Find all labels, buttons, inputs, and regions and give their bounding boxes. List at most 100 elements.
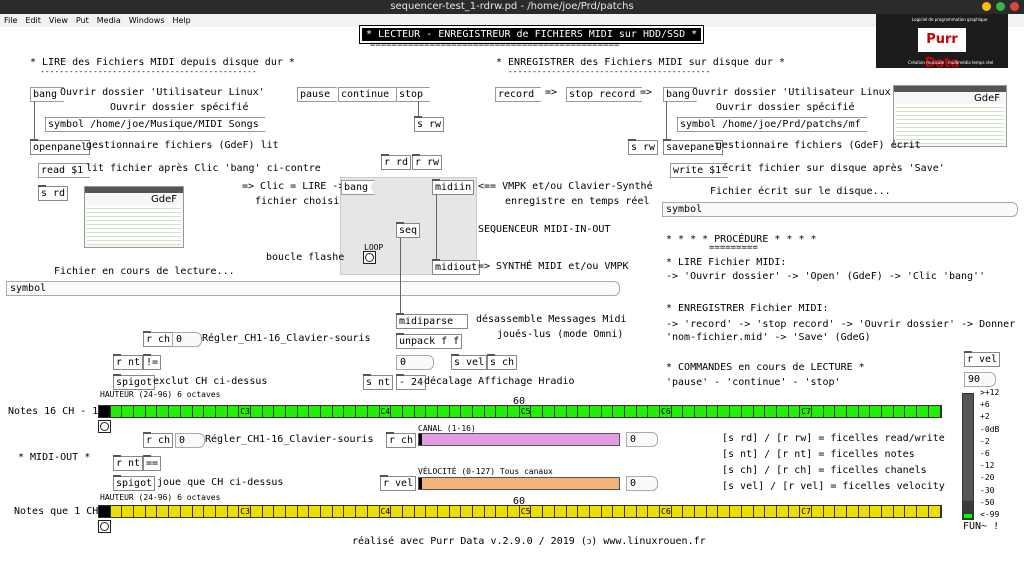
hradio-cell[interactable] — [847, 406, 859, 417]
s-vel-object[interactable]: s vel — [451, 354, 488, 370]
velocite-slider[interactable] — [418, 477, 620, 490]
hradio-cell[interactable] — [298, 506, 310, 517]
hradio-cell[interactable] — [824, 406, 836, 417]
write-symbol-box[interactable]: symbol — [662, 202, 1018, 217]
hradio-cell[interactable] — [917, 506, 929, 517]
hradio-cell[interactable] — [181, 406, 193, 417]
hradio-cell[interactable] — [648, 506, 660, 517]
hradio-cell[interactable] — [450, 406, 462, 417]
canal-r-ch-object[interactable]: r ch — [386, 432, 417, 448]
hradio-cell[interactable] — [228, 506, 240, 517]
read-bang-msg[interactable]: bang — [30, 87, 64, 102]
hradio-cell[interactable] — [368, 506, 380, 517]
hradio-cell[interactable]: C4 — [380, 406, 392, 417]
hradio-cell[interactable] — [251, 406, 263, 417]
hradio-cell[interactable] — [929, 406, 941, 417]
hradio-cell[interactable] — [695, 506, 707, 517]
s-rd-object[interactable]: s rd — [38, 185, 69, 201]
hradio-cell[interactable] — [567, 506, 579, 517]
hradio-cell[interactable] — [590, 506, 602, 517]
hradio-cell[interactable] — [426, 406, 438, 417]
hradio-cell[interactable] — [450, 506, 462, 517]
hradio-cell[interactable] — [134, 406, 146, 417]
hradio-cell[interactable] — [193, 506, 205, 517]
r-rd-object[interactable]: r rd — [381, 154, 412, 170]
hradio-cell[interactable]: C3 — [239, 506, 251, 517]
hradio-cell[interactable]: C2 — [99, 506, 111, 517]
hradio-cell[interactable] — [368, 406, 380, 417]
hradio-cell[interactable] — [274, 506, 286, 517]
menu-windows[interactable]: Windows — [125, 14, 169, 25]
openpanel-object[interactable]: openpanel — [30, 139, 91, 155]
slider-knob[interactable] — [419, 478, 422, 489]
out-ch-atom[interactable]: 0 — [175, 433, 205, 448]
hradio-cell[interactable] — [637, 506, 649, 517]
unpack-object[interactable]: unpack f f — [396, 333, 463, 349]
write-path-msg[interactable]: symbol /home/joe/Prd/patchs/mf — [677, 117, 868, 132]
hradio-cell[interactable] — [777, 506, 789, 517]
hradio-cell[interactable] — [216, 406, 228, 417]
hradio-cell[interactable] — [578, 506, 590, 517]
note-number-atom[interactable]: 0 — [396, 355, 434, 370]
hradio-cell[interactable] — [730, 506, 742, 517]
hradio-cell[interactable] — [496, 406, 509, 417]
midiout-object[interactable]: midiout — [432, 259, 481, 275]
hradio-cell[interactable] — [344, 406, 357, 417]
hradio-cell[interactable] — [356, 506, 368, 517]
hradio-cell[interactable] — [613, 406, 625, 417]
hradio-cell[interactable] — [742, 406, 754, 417]
canal-slider[interactable] — [418, 433, 620, 446]
velocite-value[interactable]: 0 — [626, 476, 658, 491]
hradio-cell[interactable] — [309, 406, 322, 417]
hradio-cell[interactable] — [555, 506, 567, 517]
hradio-cell[interactable] — [216, 506, 228, 517]
out-r-ch-object[interactable]: r ch — [143, 432, 174, 448]
hradio-cell[interactable] — [602, 506, 614, 517]
r-rw-object[interactable]: r rw — [412, 154, 443, 170]
hradio-cell[interactable] — [309, 506, 322, 517]
hradio-cell[interactable] — [157, 506, 170, 517]
hradio-cell[interactable] — [672, 406, 684, 417]
hradio-cell[interactable]: C5 — [520, 406, 532, 417]
hradio-cell[interactable] — [648, 406, 660, 417]
vel-r-vel-object[interactable]: r vel — [380, 475, 417, 491]
hradio-cell[interactable] — [718, 506, 731, 517]
hradio-cell[interactable] — [508, 406, 520, 417]
hradio-cell[interactable] — [672, 506, 684, 517]
hradio-cell[interactable] — [403, 406, 415, 417]
hradio-cell[interactable] — [228, 406, 240, 417]
hradio-cell[interactable] — [263, 506, 275, 517]
hradio-cell[interactable] — [754, 506, 766, 517]
hradio-cell[interactable] — [274, 406, 286, 417]
hradio-cell[interactable] — [707, 406, 719, 417]
menu-help[interactable]: Help — [169, 14, 195, 25]
hradio-cell[interactable] — [146, 506, 158, 517]
vu-value[interactable]: 90 — [964, 372, 996, 387]
out-r-nt-object[interactable]: r nt — [113, 455, 144, 471]
hradio-cell[interactable] — [193, 406, 205, 417]
hradio-cell[interactable] — [742, 506, 754, 517]
hradio-cell[interactable] — [625, 506, 637, 517]
hradio-cell[interactable] — [415, 406, 427, 417]
vu-r-vel-object[interactable]: r vel — [964, 351, 1001, 367]
hradio-cell[interactable] — [508, 506, 520, 517]
close-icon[interactable] — [1010, 2, 1019, 11]
hradio-cell[interactable] — [824, 506, 836, 517]
hradio-cell[interactable] — [555, 406, 567, 417]
hradio-cell[interactable] — [905, 406, 918, 417]
minimize-icon[interactable] — [982, 2, 991, 11]
read-path-msg[interactable]: symbol /home/joe/Musique/MIDI Songs — [45, 117, 266, 132]
hradio-cell[interactable] — [905, 506, 918, 517]
hradio-cell[interactable] — [181, 506, 193, 517]
hradio-cell[interactable] — [765, 406, 777, 417]
notes16-bang[interactable] — [98, 420, 111, 433]
hradio-cell[interactable]: C2 — [99, 406, 111, 417]
hradio-cell[interactable] — [111, 506, 123, 517]
hradio-cell[interactable] — [298, 406, 310, 417]
s-ch-object[interactable]: s ch — [487, 354, 518, 370]
hradio-cell[interactable] — [333, 406, 345, 417]
top-r-ch-object[interactable]: r ch — [143, 331, 174, 347]
hradio-cell[interactable] — [847, 506, 859, 517]
menu-view[interactable]: View — [45, 14, 72, 25]
hradio-cell[interactable]: C3 — [239, 406, 251, 417]
